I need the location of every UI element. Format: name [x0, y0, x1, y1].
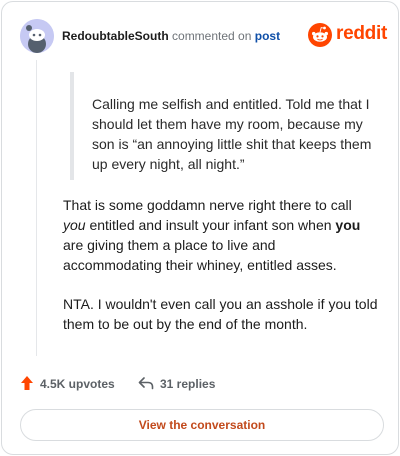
thread-line [36, 60, 37, 356]
brand-name: reddit [336, 23, 387, 44]
comment-meta: RedoubtableSouth commented on post [62, 28, 280, 44]
comment-footer: 4.5K upvotes 31 replies [20, 374, 380, 394]
comment-paragraph-2: NTA. I wouldn't even call you an asshole… [63, 296, 378, 332]
reply-count: 31 replies [160, 377, 216, 391]
username-link[interactable]: RedoubtableSouth [62, 29, 169, 43]
view-conversation-button[interactable]: View the conversation [20, 409, 384, 441]
comment-strong: you [335, 217, 361, 233]
embed-card: RedoubtableSouth commented on post reddi… [1, 1, 399, 455]
upvote-button[interactable]: 4.5K upvotes [20, 374, 115, 394]
reply-arrow-icon [138, 376, 160, 393]
action-text: commented on [172, 29, 252, 43]
quote-block: Calling me selfish and entitled. Told me… [70, 72, 375, 180]
replies-button[interactable]: 31 replies [138, 374, 215, 394]
post-link[interactable]: post [255, 29, 280, 43]
reddit-brand[interactable]: reddit [308, 21, 387, 52]
quote-text: Calling me selfish and entitled. Told me… [92, 96, 372, 172]
comment-paragraph-1: That is some goddamn nerve right there t… [63, 195, 378, 275]
comment-text-segment: entitled and insult your infant son when [85, 217, 336, 233]
comment-header: RedoubtableSouth commented on post reddi… [20, 19, 387, 53]
comment-emphasis: you [63, 217, 86, 233]
upvote-count: 4.5K upvotes [40, 377, 115, 391]
upvote-arrow-icon [20, 375, 40, 394]
comment-text-segment: That is some goddamn nerve right there t… [63, 197, 352, 213]
reddit-logo-icon [308, 23, 332, 52]
comment-text-segment: are giving them a place to live and acco… [63, 237, 337, 273]
snoo-avatar-icon[interactable] [20, 19, 54, 53]
